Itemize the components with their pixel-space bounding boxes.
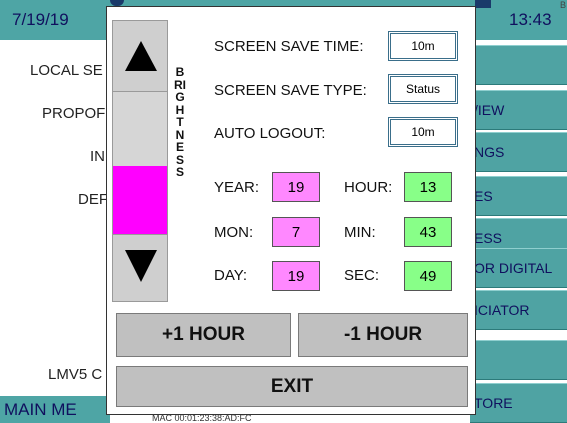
screen-save-time-label: SCREEN SAVE TIME: xyxy=(214,38,364,55)
minute-field[interactable]: 43 xyxy=(404,217,452,247)
proportional-label: PROPOF xyxy=(42,105,106,122)
screen-save-type-label: SCREEN SAVE TYPE: xyxy=(214,82,367,99)
side-menu-button-settings[interactable]: NGS xyxy=(470,132,567,172)
day-label: DAY: xyxy=(214,267,248,284)
side-menu-button-es[interactable]: ES xyxy=(470,176,567,216)
month-field[interactable]: 7 xyxy=(272,217,320,247)
year-label: YEAR: xyxy=(214,179,260,196)
status-icon xyxy=(475,0,491,8)
plus-one-hour-button[interactable]: +1 HOUR xyxy=(116,313,291,357)
brightness-down-button[interactable] xyxy=(112,234,168,302)
side-menu-button[interactable] xyxy=(470,340,567,380)
hour-label: HOUR: xyxy=(344,179,393,196)
auto-logout-field[interactable]: 10m xyxy=(388,117,458,147)
brightness-level-fill[interactable] xyxy=(113,166,167,234)
date-display: 7/19/19 xyxy=(12,10,69,29)
brightness-label: BRIGHTNESS xyxy=(174,65,186,179)
hour-field[interactable]: 13 xyxy=(404,172,452,202)
side-menu-button-restore[interactable]: TORE xyxy=(470,383,567,423)
exit-button[interactable]: EXIT xyxy=(116,366,468,407)
screen-save-time-field[interactable]: 10m xyxy=(388,31,458,61)
side-menu-button-view[interactable]: /IEW xyxy=(470,90,567,130)
side-menu-button-digital[interactable]: OR DIGITAL xyxy=(470,248,567,288)
arrow-down-icon xyxy=(125,250,157,282)
local-setpoint-label: LOCAL SE xyxy=(30,62,103,79)
lmv5-label: LMV5 C xyxy=(48,366,103,383)
screen-save-type-field[interactable]: Status xyxy=(388,74,458,104)
time-display: 13:43 xyxy=(509,10,552,29)
second-field[interactable]: 49 xyxy=(404,261,452,291)
corner-mark: B xyxy=(560,0,567,10)
minus-one-hour-button[interactable]: -1 HOUR xyxy=(298,313,468,357)
month-label: MON: xyxy=(214,224,254,241)
side-menu-button[interactable] xyxy=(470,45,567,85)
integral-label: IN xyxy=(90,148,105,165)
derivative-label: DEF xyxy=(78,191,108,208)
day-field[interactable]: 19 xyxy=(272,261,320,291)
minute-label: MIN: xyxy=(344,224,376,241)
auto-logout-label: AUTO LOGOUT: xyxy=(214,125,326,142)
main-menu-button[interactable]: MAIN ME xyxy=(0,396,110,423)
arrow-up-icon xyxy=(125,41,157,71)
second-label: SEC: xyxy=(344,267,380,284)
side-menu-button-annunciator[interactable]: ICIATOR xyxy=(470,290,567,330)
year-field[interactable]: 19 xyxy=(272,172,320,202)
brightness-up-button[interactable] xyxy=(112,20,168,92)
